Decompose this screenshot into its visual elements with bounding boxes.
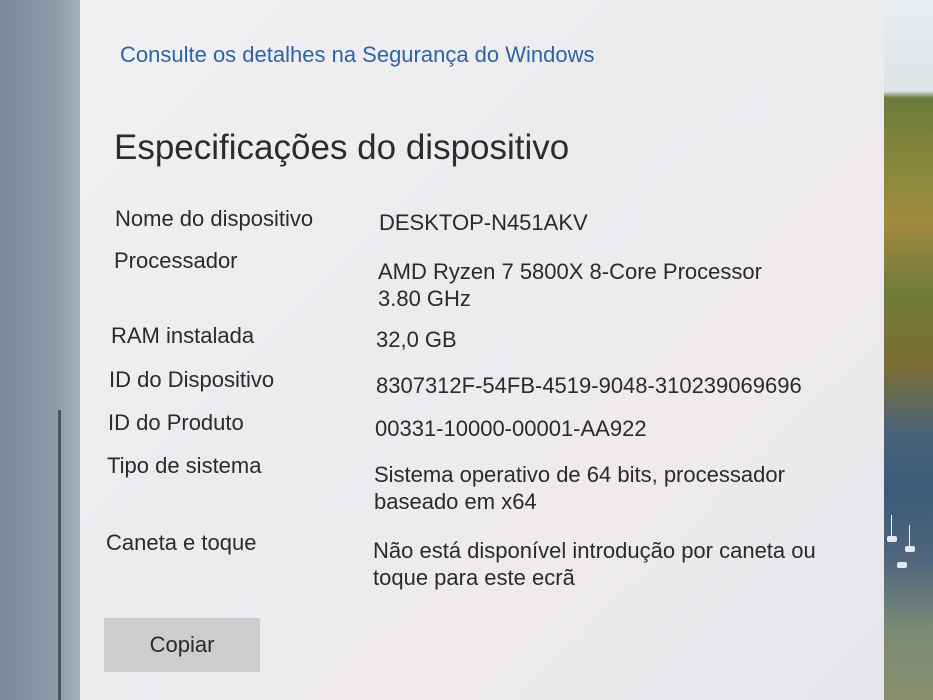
windows-security-link[interactable]: Consulte os detalhes na Segurança do Win… [120, 42, 595, 68]
boat [905, 546, 915, 552]
spec-value: AMD Ryzen 7 5800X 8-Core Processor 3.80 … [378, 259, 762, 311]
spec-label: RAM instalada [111, 323, 255, 348]
boat [887, 536, 897, 542]
spec-label: ID do Dispositivo [109, 367, 275, 392]
spec-value: Não está disponível introdução por canet… [373, 538, 816, 590]
spec-label: Nome do dispositivo [115, 206, 314, 231]
boat [897, 562, 907, 568]
boat-mast [891, 515, 892, 537]
device-specifications-heading: Especificações do dispositivo [114, 128, 570, 167]
spec-label: Caneta e toque [106, 530, 257, 555]
spec-value: 32,0 GB [376, 327, 457, 352]
spec-label: Tipo de sistema [107, 453, 262, 478]
spec-value: Sistema operativo de 64 bits, processado… [374, 462, 785, 514]
spec-label: ID do Produto [108, 410, 244, 435]
spec-value: 8307312F-54FB-4519-9048-310239069696 [376, 373, 802, 398]
window-border-line [58, 410, 61, 700]
spec-value: DESKTOP-N451AKV [379, 210, 588, 235]
copy-button[interactable]: Copiar [104, 618, 260, 672]
settings-about-window: Consulte os detalhes na Segurança do Win… [80, 0, 884, 700]
spec-label: Processador [114, 248, 238, 273]
background-window-edge [0, 0, 80, 700]
boat-mast [909, 525, 910, 547]
spec-value: 00331-10000-00001-AA922 [375, 416, 647, 441]
screen: Consulte os detalhes na Segurança do Win… [0, 0, 933, 700]
